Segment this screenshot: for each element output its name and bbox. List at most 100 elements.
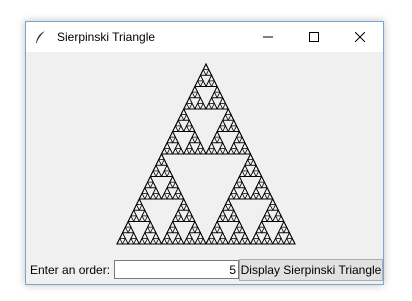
triangle-segment-53	[185, 119, 193, 127]
triangle-segment-103	[205, 147, 213, 155]
triangle-segment-32	[210, 91, 218, 99]
triangle-segment-81	[199, 147, 207, 155]
triangle-segment-11	[199, 79, 207, 87]
triangle-segment-50	[171, 124, 179, 132]
triangle-segment-278	[249, 192, 257, 200]
triangle-segment-274	[255, 181, 263, 189]
triangle-segment-76	[183, 147, 190, 155]
triangle-segment-223	[163, 231, 171, 239]
triangle-segment-131	[149, 169, 157, 177]
triangle-segment-45	[180, 108, 188, 116]
minimize-icon	[263, 36, 273, 38]
triangle-segment-275	[260, 181, 268, 189]
triangle-segment-329	[272, 203, 279, 211]
triangle-segment-355	[283, 226, 291, 234]
triangle-segment-295	[230, 209, 238, 217]
triangle-segment-132	[155, 169, 163, 177]
feather-icon	[34, 30, 48, 44]
triangle-segment-353	[280, 220, 288, 228]
triangle-segment-194	[149, 226, 157, 234]
triangle-segment-200	[152, 231, 160, 239]
triangle-segment-62	[163, 141, 171, 149]
title-bar[interactable]: Sierpinski Triangle	[26, 22, 383, 52]
triangle-segment-176	[144, 214, 152, 222]
triangle-segment-154	[171, 181, 179, 189]
triangle-segment-277	[252, 186, 260, 194]
triangle-segment-112	[233, 136, 241, 144]
triangle-segment-349	[260, 237, 268, 245]
triangle-segment-233	[188, 226, 196, 234]
triangle-segment-85	[224, 108, 232, 116]
window-title: Sierpinski Triangle	[57, 30, 156, 44]
triangle-segment-313	[235, 220, 243, 228]
triangle-segment-354	[277, 226, 285, 234]
triangle-segment-335	[274, 209, 282, 217]
triangle-segment-106	[219, 141, 227, 149]
triangle-segment-318	[227, 237, 235, 245]
triangle-segment-66	[174, 141, 182, 149]
triangle-segment-288	[222, 203, 229, 211]
triangle-segment-79	[197, 141, 204, 149]
triangle-segment-127	[155, 158, 163, 166]
triangle-segment-309	[216, 237, 224, 245]
triangle-segment-247	[247, 153, 254, 161]
triangle-segment-314	[233, 226, 241, 234]
triangle-segment-153	[166, 181, 174, 189]
triangle-segment-49	[174, 119, 182, 127]
triangle-segment-73	[194, 136, 202, 144]
triangle-segment-292	[216, 214, 224, 222]
triangle-segment-323	[244, 237, 252, 245]
triangle-segment-327	[269, 198, 277, 206]
triangle-segment-35	[208, 96, 215, 104]
triangle-segment-87	[227, 113, 235, 121]
triangle-segment-249	[249, 158, 257, 166]
triangle-segment-336	[272, 214, 279, 222]
minimize-button[interactable]	[245, 22, 291, 52]
triangle-segment-100	[216, 136, 224, 144]
triangle-segment-156	[163, 186, 171, 194]
triangle-segment-120	[238, 147, 246, 155]
triangle-segment-220	[166, 226, 174, 234]
triangle-segment-257	[255, 169, 263, 177]
triangle-segment-225	[166, 237, 174, 245]
triangle-segment-171	[127, 214, 135, 222]
triangle-segment-210	[174, 209, 182, 217]
triangle-segment-71	[191, 130, 199, 138]
triangle-segment-172	[133, 214, 140, 222]
triangle-segment-126	[158, 153, 165, 161]
close-icon	[355, 32, 365, 42]
triangle-segment-9	[197, 74, 204, 82]
triangle-segment-193	[144, 226, 152, 234]
triangle-segment-363	[288, 237, 296, 245]
triangle-segment-319	[233, 237, 241, 245]
triangle-segment-188	[127, 237, 135, 245]
triangle-segment-265	[227, 192, 235, 200]
triangle-segment-39	[219, 96, 227, 104]
triangle-segment-289	[227, 203, 235, 211]
display-sierpinski-button[interactable]: Display Sierpinski Triangle	[239, 259, 383, 281]
triangle-segment-166	[135, 198, 143, 206]
close-button[interactable]	[337, 22, 383, 52]
triangle-segment-266	[233, 192, 241, 200]
triangle-segment-332	[260, 214, 268, 222]
triangle-segment-160	[174, 186, 182, 194]
triangle-segment-14	[205, 79, 213, 87]
triangle-segment-228	[171, 237, 179, 245]
triangle-segment-139	[146, 175, 154, 183]
triangle-segment-13	[208, 74, 215, 82]
triangle-segment-252	[238, 169, 246, 177]
triangle-segment-198	[144, 237, 152, 245]
triangle-segment-331	[263, 209, 271, 217]
triangle-segment-24	[188, 102, 196, 110]
triangle-segment-273	[258, 175, 266, 183]
triangle-segment-31	[213, 85, 221, 93]
triangle-segment-184	[116, 237, 124, 245]
triangle-segment-291	[219, 209, 227, 217]
maximize-button[interactable]	[291, 22, 337, 52]
triangle-segment-297	[233, 214, 241, 222]
triangle-segment-304	[208, 231, 215, 239]
triangle-segment-201	[149, 237, 157, 245]
triangle-segment-117	[233, 147, 241, 155]
order-input[interactable]	[114, 260, 239, 279]
triangle-segment-141	[149, 181, 157, 189]
